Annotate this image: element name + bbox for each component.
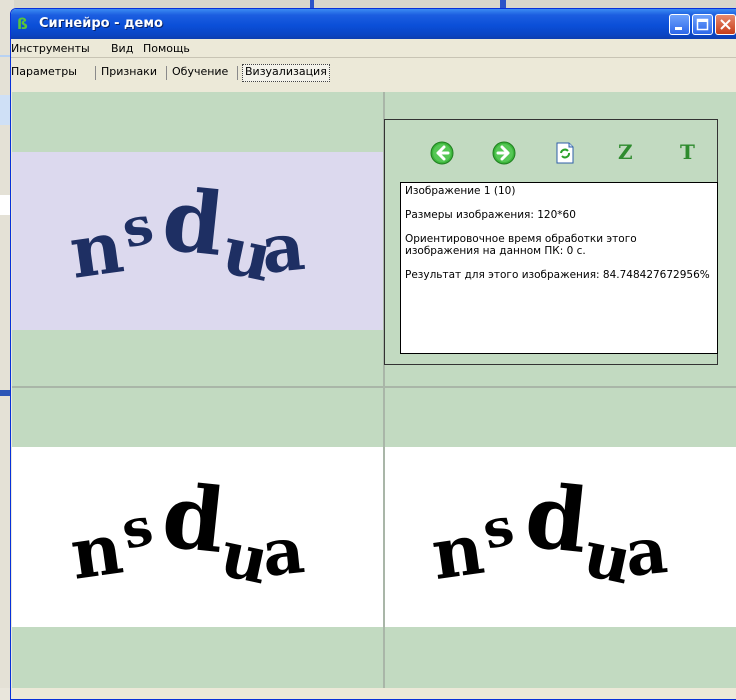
- image-result: Результат для этого изображения: 84.7484…: [405, 269, 710, 281]
- svg-text:d: d: [521, 463, 593, 573]
- refresh-document-icon[interactable]: [553, 141, 577, 165]
- forward-arrow-icon[interactable]: [492, 141, 516, 165]
- svg-text:a: a: [622, 513, 671, 592]
- tab-parameters[interactable]: Параметры: [11, 65, 77, 81]
- back-arrow-icon[interactable]: [430, 141, 454, 165]
- processed-captcha-image: n s d u a: [385, 447, 736, 627]
- desktop-background: [0, 0, 736, 8]
- svg-text:a: a: [259, 513, 308, 592]
- tab-visualization[interactable]: Визуализация: [242, 64, 330, 82]
- svg-text:a: a: [258, 207, 309, 289]
- menu-help[interactable]: Помощь: [143, 42, 190, 55]
- tab-training[interactable]: Обучение: [172, 65, 228, 81]
- svg-text:d: d: [158, 169, 228, 276]
- tab-separator: [166, 66, 167, 80]
- background-window-edge: [310, 0, 314, 8]
- grid-divider: [12, 386, 736, 388]
- menu-tools[interactable]: Инструменты: [11, 42, 90, 55]
- tab-strip: Параметры Признаки Обучение Визуализация: [11, 59, 736, 82]
- menu-bar: Инструменты Вид Помощь: [11, 39, 736, 58]
- background-window-edge: [500, 0, 506, 8]
- tab-features[interactable]: Признаки: [101, 65, 157, 81]
- t-button[interactable]: T: [680, 140, 695, 164]
- minimize-button[interactable]: [669, 14, 690, 35]
- image-number: Изображение 1 (10): [405, 185, 516, 197]
- app-icon: ß: [17, 15, 28, 33]
- tab-separator: [237, 66, 238, 80]
- svg-text:d: d: [158, 463, 230, 573]
- menu-view[interactable]: Вид: [111, 42, 133, 55]
- binarized-captcha-image: n s d u a: [12, 447, 383, 627]
- info-text-area: Изображение 1 (10) Размеры изображения: …: [400, 182, 718, 354]
- image-size: Размеры изображения: 120*60: [405, 209, 576, 221]
- z-button[interactable]: Z: [618, 140, 633, 164]
- processing-time: Ориентировочное время обработки этого из…: [405, 233, 637, 257]
- window-title: Сигнейро - демо: [39, 16, 163, 31]
- original-captcha-image: n s d u a: [12, 152, 383, 330]
- maximize-button[interactable]: [692, 14, 713, 35]
- title-bar[interactable]: ß Сигнейро - демо: [11, 9, 736, 39]
- tab-separator: [95, 66, 96, 80]
- close-button[interactable]: [715, 14, 736, 35]
